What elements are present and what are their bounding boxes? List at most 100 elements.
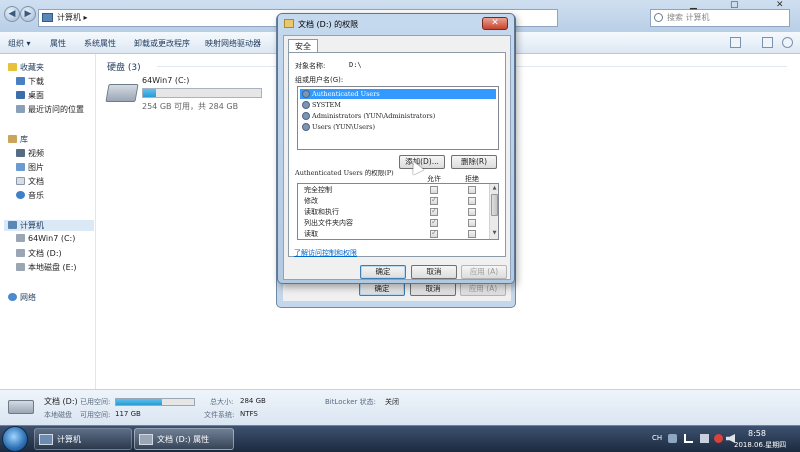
allow-checkbox[interactable]: [430, 228, 438, 238]
allow-checkbox[interactable]: [430, 195, 438, 205]
search-placeholder: 搜索 计算机: [667, 13, 710, 22]
network-icon: [8, 293, 17, 301]
action-center-icon[interactable]: [714, 434, 723, 443]
forward-button[interactable]: ▶: [20, 6, 36, 22]
clock-time[interactable]: 8:58: [748, 429, 766, 438]
help-icon[interactable]: [782, 37, 793, 48]
allow-checkbox[interactable]: [430, 206, 438, 216]
taskbar-explorer-button[interactable]: 计算机: [34, 428, 132, 450]
nav-item-drive-d[interactable]: 文档 (D:): [16, 248, 62, 259]
taskbar-properties-button[interactable]: 文档 (D:) 属性: [134, 428, 234, 450]
security-panel: 对象名称: D:\ 组或用户名(G): Authenticated Users …: [288, 52, 506, 257]
user-list[interactable]: Authenticated Users SYSTEM Administrator…: [297, 86, 499, 150]
scroll-up-icon[interactable]: ▲: [491, 185, 498, 192]
nav-item-music[interactable]: 音乐: [16, 190, 44, 201]
details-total-value: 284 GB: [240, 397, 266, 405]
apply-button[interactable]: 应用 (A): [461, 265, 507, 279]
nav-favorites[interactable]: 收藏夹: [8, 62, 44, 73]
details-drive-name: 文档 (D:): [44, 397, 78, 406]
permission-name: 读取: [304, 230, 318, 238]
props-ok-button[interactable]: 确定: [359, 282, 405, 296]
download-folder-icon: [16, 77, 25, 85]
show-hidden-icon[interactable]: [684, 434, 693, 443]
organize-button[interactable]: 组织 ▾: [8, 38, 31, 49]
nav-item-downloads[interactable]: 下载: [16, 76, 44, 87]
uninstall-program-button[interactable]: 卸载或更改程序: [134, 38, 190, 49]
permissions-scrollbar[interactable]: ▲ ▼: [489, 184, 498, 239]
hard-disks-header[interactable]: 硬盘 (3): [107, 60, 141, 73]
view-options-icon[interactable]: [730, 37, 741, 48]
nav-item-videos[interactable]: 视频: [16, 148, 44, 159]
clock-date[interactable]: 2018.06.星期四: [734, 440, 786, 450]
permission-name: 读取和执行: [304, 208, 339, 216]
details-fs-label: 文件系统:: [204, 411, 235, 419]
tab-security[interactable]: 安全: [288, 39, 318, 53]
deny-checkbox[interactable]: [468, 186, 476, 194]
deny-checkbox[interactable]: [468, 230, 476, 238]
user-group-icon: [302, 90, 310, 98]
ok-button[interactable]: 确定: [360, 265, 406, 279]
window-controls: ▁ ▢ ✕: [680, 0, 800, 14]
nav-libraries[interactable]: 库: [8, 134, 28, 145]
drive-icon[interactable]: [105, 84, 139, 102]
map-network-drive-button[interactable]: 映射网络驱动器: [205, 38, 261, 49]
system-properties-button[interactable]: 系统属性: [84, 38, 116, 49]
dialog-close-button[interactable]: ✕: [482, 17, 508, 30]
nav-item-drive-e[interactable]: 本地磁盘 (E:): [16, 262, 77, 273]
deny-checkbox[interactable]: [468, 208, 476, 216]
computer-icon: [42, 13, 53, 22]
deny-checkbox[interactable]: [468, 197, 476, 205]
drive-name[interactable]: 64Win7 (C:): [142, 76, 189, 85]
allow-checkbox[interactable]: [430, 217, 438, 227]
permissions-list: 完全控制 修改 读取和执行 列出文件夹内容: [297, 183, 499, 240]
user-list-item[interactable]: Users (YUN\Users): [300, 122, 496, 132]
permission-row: 读取: [298, 228, 490, 239]
permission-name: 完全控制: [304, 186, 332, 194]
nav-network[interactable]: 网络: [8, 292, 36, 303]
cancel-button[interactable]: 取消: [411, 265, 457, 279]
remove-button[interactable]: 删除(R): [451, 155, 497, 169]
nav-item-recent[interactable]: 最近访问的位置: [16, 104, 84, 115]
details-free-label: 可用空间:: [80, 411, 111, 419]
user-list-item[interactable]: Administrators (YUN\Administrators): [300, 111, 496, 121]
language-indicator[interactable]: CH: [652, 434, 662, 442]
dialog-title: 文档 (D:) 的权限: [298, 20, 359, 29]
scroll-down-icon[interactable]: ▼: [491, 230, 498, 237]
nav-item-pictures[interactable]: 图片: [16, 162, 44, 173]
drive-free-space: 254 GB 可用，共 284 GB: [142, 102, 239, 111]
permission-row: 完全控制: [298, 185, 490, 195]
permissions-dialog: 文档 (D:) 的权限 ✕ 安全 对象名称: D:\ 组或用户名(G): Aut…: [277, 13, 515, 284]
details-bitlocker-value: 关闭: [385, 398, 399, 406]
access-control-link[interactable]: 了解访问控制和权限: [294, 248, 357, 258]
preview-pane-icon[interactable]: [762, 37, 773, 48]
address-path: 计算机 ▸: [57, 13, 88, 22]
properties-button[interactable]: 属性: [50, 38, 66, 49]
start-button[interactable]: [2, 426, 28, 452]
props-cancel-button[interactable]: 取消: [410, 282, 456, 296]
user-list-item[interactable]: Authenticated Users: [300, 89, 496, 99]
minimize-button[interactable]: ▁: [690, 0, 697, 10]
close-button[interactable]: ✕: [776, 0, 784, 10]
allow-checkbox[interactable]: [430, 186, 438, 194]
nav-computer[interactable]: 计算机: [4, 220, 94, 231]
navigation-pane: 收藏夹 下载 桌面 最近访问的位置 库 视频 图片 文档 音乐 计算机 64Wi…: [0, 54, 96, 389]
nav-item-desktop[interactable]: 桌面: [16, 90, 44, 101]
scroll-thumb[interactable]: [491, 194, 498, 216]
taskbar-properties-label: 文档 (D:) 属性: [157, 435, 210, 444]
permission-row: 修改: [298, 195, 490, 206]
network-tray-icon[interactable]: [700, 434, 709, 443]
back-button[interactable]: ◀: [4, 6, 20, 22]
nav-item-documents[interactable]: 文档: [16, 176, 44, 187]
library-icon: [8, 135, 17, 143]
nav-item-drive-c[interactable]: 64Win7 (C:): [16, 234, 75, 243]
props-apply-button[interactable]: 应用 (A): [460, 282, 506, 296]
drive-icon: [16, 263, 25, 271]
keyboard-icon[interactable]: [668, 434, 677, 443]
object-name-label: 对象名称:: [295, 62, 326, 70]
deny-checkbox[interactable]: [468, 219, 476, 227]
maximize-button[interactable]: ▢: [730, 0, 739, 10]
taskbar: 计算机 文档 (D:) 属性 CH 8:58 2018.06.星期四: [0, 425, 800, 452]
user-list-item[interactable]: SYSTEM: [300, 100, 496, 110]
user-group-icon: [302, 101, 310, 109]
user-group-icon: [302, 112, 310, 120]
